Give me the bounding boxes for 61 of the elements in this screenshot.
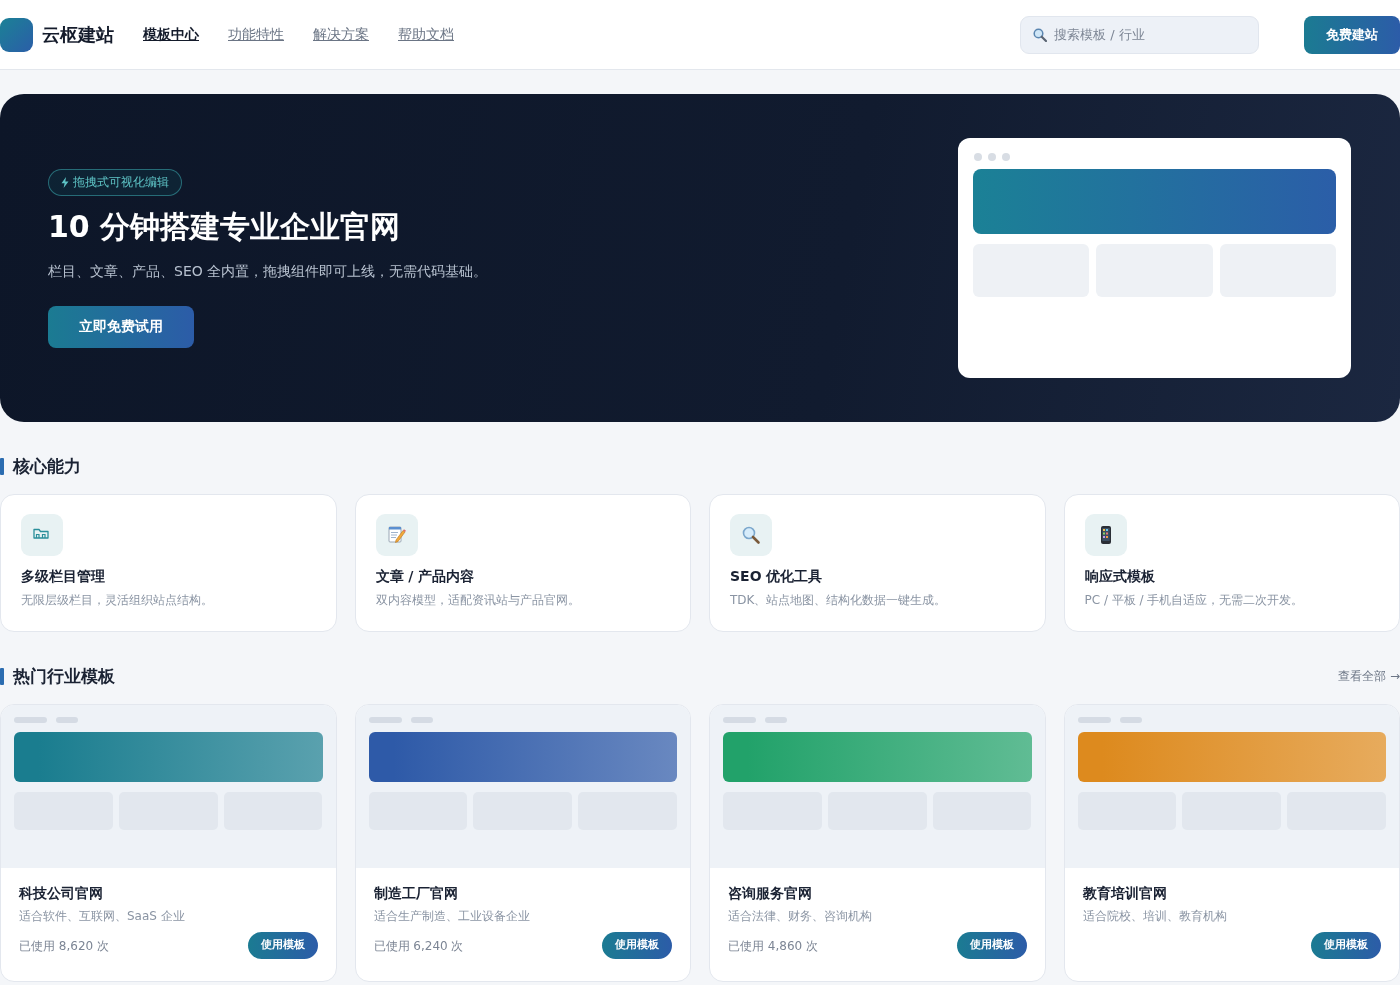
placeholder-bar xyxy=(410,717,433,723)
nav-link[interactable]: 帮助文档 xyxy=(398,24,454,45)
placeholder-bar xyxy=(14,717,47,723)
badge-text: 拖拽式可视化编辑 xyxy=(73,174,169,191)
folder-icon xyxy=(21,514,63,556)
window-dot-icon xyxy=(974,153,982,161)
template-title: 教育培训官网 xyxy=(1082,884,1168,903)
template-title: 咨询服务官网 xyxy=(728,884,813,903)
placeholder-bar xyxy=(1119,717,1142,723)
template-description: 适合院校、培训、教育机构 xyxy=(1082,908,1228,925)
section-title: 热门行业模板 xyxy=(13,665,115,687)
use-template-button[interactable]: 使用模板 xyxy=(956,932,1027,959)
template-card[interactable]: 咨询服务官网 适合法律、财务、咨询机构 已使用 4,860 次 使用模板 xyxy=(709,704,1046,982)
placeholder-bar xyxy=(368,717,402,723)
use-template-button[interactable]: 使用模板 xyxy=(1311,932,1381,959)
use-template-button[interactable]: 使用模板 xyxy=(602,932,672,959)
placeholder-bar xyxy=(1077,717,1111,723)
use-template-button[interactable]: 使用模板 xyxy=(247,932,318,959)
placeholder-bar xyxy=(723,717,756,723)
usage-count: 已使用 6,240 次 xyxy=(373,937,464,955)
phone-icon xyxy=(1084,514,1127,556)
window-dot-icon xyxy=(988,153,996,161)
brand-name[interactable]: 云枢建站 xyxy=(42,21,114,48)
search-field[interactable]: 搜索模板 / 行业 xyxy=(1020,15,1259,54)
nav-link[interactable]: 功能特性 xyxy=(228,24,284,45)
free-trial-button[interactable]: 立即免费试用 xyxy=(48,305,194,348)
lightning-icon xyxy=(61,176,69,188)
logo-icon[interactable] xyxy=(0,17,33,52)
feature-title: 响应式模板 xyxy=(1084,567,1156,586)
template-title: 科技公司官网 xyxy=(19,884,104,903)
feature-title: SEO 优化工具 xyxy=(730,567,824,586)
signup-button[interactable]: 免费建站 xyxy=(1304,15,1400,54)
feature-title: 多级栏目管理 xyxy=(21,567,106,586)
usage-count: 已使用 8,620 次 xyxy=(19,937,109,955)
feature-description: PC / 平板 / 手机自适应，无需二次开发。 xyxy=(1084,592,1305,609)
hero-title: 10 分钟搭建专业企业官网 xyxy=(48,207,401,246)
nav-link[interactable]: 模板中心 xyxy=(143,24,199,45)
search-icon xyxy=(1033,27,1047,42)
feature-description: 无限层级栏目，灵活组织站点结构。 xyxy=(21,592,214,609)
template-card[interactable]: 教育培训官网 适合院校、培训、教育机构 使用模板 xyxy=(1063,704,1400,982)
feature-description: TDK、站点地图、结构化数据一键生成。 xyxy=(730,592,948,609)
template-description: 适合生产制造、工业设备企业 xyxy=(373,908,531,925)
heading-accent-bar xyxy=(0,667,4,685)
notepad-pencil-icon xyxy=(375,514,418,556)
template-card[interactable]: 科技公司官网 适合软件、互联网、SaaS 企业 已使用 8,620 次 使用模板 xyxy=(0,704,337,982)
feature-title: 文章 / 产品内容 xyxy=(375,567,476,586)
feature-description: 双内容模型，适配资讯站与产品官网。 xyxy=(375,592,581,609)
template-description: 适合软件、互联网、SaaS 企业 xyxy=(19,908,186,925)
placeholder-bar xyxy=(765,717,787,723)
template-title: 制造工厂官网 xyxy=(373,884,459,903)
view-all-link[interactable]: 查看全部 → xyxy=(1338,667,1400,685)
window-dot-icon xyxy=(1002,153,1010,161)
magnifier-icon xyxy=(730,514,772,556)
usage-count: 已使用 4,860 次 xyxy=(728,937,818,955)
placeholder-bar xyxy=(56,717,78,723)
heading-accent-bar xyxy=(0,457,4,475)
section-title: 核心能力 xyxy=(13,455,81,477)
template-description: 适合法律、财务、咨询机构 xyxy=(728,908,873,925)
template-card[interactable]: 制造工厂官网 适合生产制造、工业设备企业 已使用 6,240 次 使用模板 xyxy=(354,704,691,982)
hero-subtitle: 栏目、文章、产品、SEO 全内置，拖拽组件即可上线，无需代码基础。 xyxy=(48,261,488,281)
nav-link[interactable]: 解决方案 xyxy=(313,24,369,45)
